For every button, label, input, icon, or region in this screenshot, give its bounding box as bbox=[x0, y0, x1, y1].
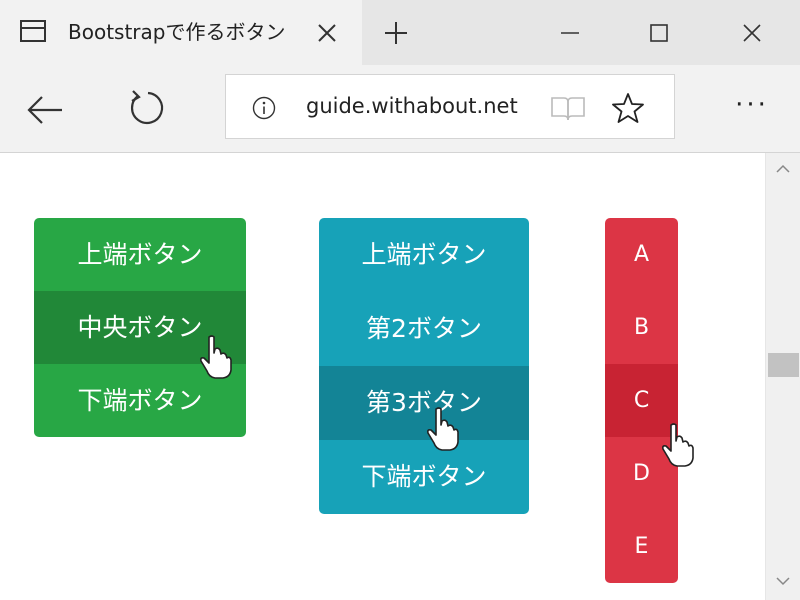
red-button-b[interactable]: B bbox=[605, 291, 678, 364]
blue-button-group: 上端ボタン 第2ボタン 第3ボタン 下端ボタン bbox=[319, 218, 529, 514]
tab-title: Bootstrapで作るボタン bbox=[68, 20, 286, 44]
browser-tab[interactable]: Bootstrapで作るボタン bbox=[0, 0, 362, 65]
green-button-group: 上端ボタン 中央ボタン 下端ボタン bbox=[34, 218, 246, 437]
maximize-icon[interactable] bbox=[644, 18, 674, 48]
vertical-scrollbar[interactable] bbox=[765, 153, 800, 600]
address-bar[interactable]: guide.withabout.net bbox=[225, 74, 675, 139]
scroll-up-icon[interactable] bbox=[775, 163, 791, 175]
more-icon[interactable]: ··· bbox=[728, 82, 776, 132]
scrollbar-thumb[interactable] bbox=[768, 353, 799, 377]
minimize-icon[interactable] bbox=[555, 18, 585, 48]
scroll-down-icon[interactable] bbox=[775, 575, 791, 587]
red-button-a[interactable]: A bbox=[605, 218, 678, 291]
window-close-icon[interactable] bbox=[737, 18, 767, 48]
hand-pointer-icon bbox=[662, 423, 694, 467]
star-icon[interactable] bbox=[611, 91, 645, 125]
green-top-button[interactable]: 上端ボタン bbox=[34, 218, 246, 291]
back-arrow-icon[interactable] bbox=[24, 89, 66, 131]
page-icon bbox=[20, 20, 46, 42]
browser-toolbar: guide.withabout.net ··· bbox=[0, 65, 800, 153]
blue-second-button[interactable]: 第2ボタン bbox=[319, 292, 529, 366]
title-bar: Bootstrapで作るボタン bbox=[0, 0, 800, 65]
close-icon[interactable] bbox=[316, 22, 338, 44]
refresh-icon[interactable] bbox=[126, 87, 168, 129]
hand-pointer-icon bbox=[427, 407, 459, 451]
red-button-group: A B C D E bbox=[605, 218, 678, 583]
new-tab-plus-icon[interactable] bbox=[384, 21, 408, 45]
url-text[interactable]: guide.withabout.net bbox=[306, 75, 524, 138]
blue-top-button[interactable]: 上端ボタン bbox=[319, 218, 529, 292]
hand-pointer-icon bbox=[200, 335, 232, 379]
info-icon[interactable] bbox=[252, 96, 276, 120]
page-content: 上端ボタン 中央ボタン 下端ボタン 上端ボタン 第2ボタン 第3ボタン 下端ボタ… bbox=[0, 153, 765, 600]
red-button-e[interactable]: E bbox=[605, 510, 678, 583]
book-icon[interactable] bbox=[550, 94, 586, 122]
